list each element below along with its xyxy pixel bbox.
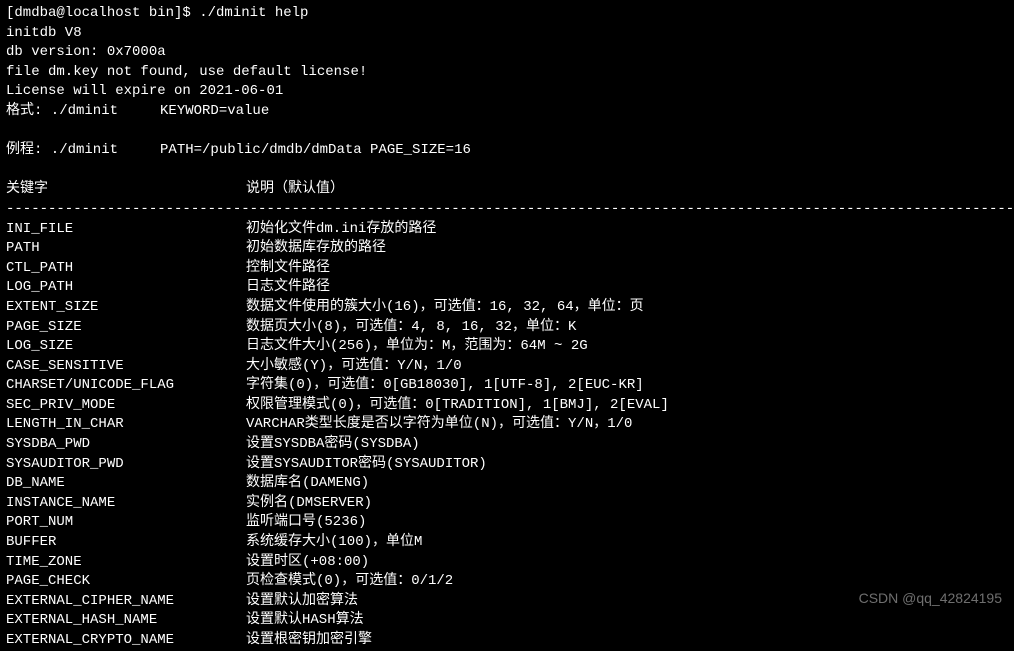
table-row: PORT_NUM监听端口号(5236)	[6, 513, 1008, 533]
table-cell-key: EXTERNAL_CRYPTO_NAME	[6, 631, 246, 651]
table-row: CTL_PATH控制文件路径	[6, 259, 1008, 279]
blank-line	[6, 122, 1008, 142]
table-cell-key: EXTERNAL_CIPHER_NAME	[6, 592, 246, 612]
dbversion-line: db version: 0x7000a	[6, 43, 1008, 63]
table-cell-key: EXTENT_SIZE	[6, 298, 246, 318]
table-cell-desc: 监听端口号(5236)	[246, 513, 366, 533]
table-body: INI_FILE初始化文件dm.ini存放的路径PATH初始数据库存放的路径CT…	[6, 220, 1008, 651]
divider-line: ----------------------------------------…	[6, 200, 1008, 220]
table-cell-key: SEC_PRIV_MODE	[6, 396, 246, 416]
table-cell-key: INI_FILE	[6, 220, 246, 240]
format-line: 格式: ./dminit KEYWORD=value	[6, 102, 1008, 122]
table-cell-key: PAGE_CHECK	[6, 572, 246, 592]
table-cell-desc: VARCHAR类型长度是否以字符为单位(N)，可选值：Y/N，1/0	[246, 415, 632, 435]
table-cell-key: CHARSET/UNICODE_FLAG	[6, 376, 246, 396]
watermark: CSDN @qq_42824195	[859, 589, 1002, 609]
terminal-output: [dmdba@localhost bin]$ ./dminit help ini…	[6, 4, 1008, 651]
table-cell-key: LENGTH_IN_CHAR	[6, 415, 246, 435]
table-row: PAGE_SIZE数据页大小(8)，可选值：4, 8, 16, 32，单位：K	[6, 318, 1008, 338]
table-row: TIME_ZONE设置时区(+08:00)	[6, 553, 1008, 573]
table-cell-key: EXTERNAL_HASH_NAME	[6, 611, 246, 631]
example-line: 例程: ./dminit PATH=/public/dmdb/dmData PA…	[6, 141, 1008, 161]
table-header-key: 关键字	[6, 180, 246, 200]
table-cell-key: LOG_PATH	[6, 278, 246, 298]
table-row: LOG_SIZE日志文件大小(256)，单位为：M，范围为：64M ~ 2G	[6, 337, 1008, 357]
initdb-line: initdb V8	[6, 24, 1008, 44]
table-row: CASE_SENSITIVE大小敏感(Y)，可选值：Y/N，1/0	[6, 357, 1008, 377]
table-cell-desc: 数据文件使用的簇大小(16)，可选值：16, 32, 64，单位：页	[246, 298, 644, 318]
blank-line	[6, 161, 1008, 181]
table-row: LOG_PATH日志文件路径	[6, 278, 1008, 298]
table-cell-desc: 控制文件路径	[246, 259, 330, 279]
table-cell-desc: 实例名(DMSERVER)	[246, 494, 372, 514]
table-row: EXTENT_SIZE数据文件使用的簇大小(16)，可选值：16, 32, 64…	[6, 298, 1008, 318]
table-cell-key: INSTANCE_NAME	[6, 494, 246, 514]
table-cell-desc: 初始数据库存放的路径	[246, 239, 386, 259]
table-cell-desc: 数据页大小(8)，可选值：4, 8, 16, 32，单位：K	[246, 318, 576, 338]
table-row: EXTERNAL_CRYPTO_NAME设置根密钥加密引擎	[6, 631, 1008, 651]
table-row: CHARSET/UNICODE_FLAG字符集(0)，可选值：0[GB18030…	[6, 376, 1008, 396]
table-row: INSTANCE_NAME实例名(DMSERVER)	[6, 494, 1008, 514]
table-cell-desc: 日志文件大小(256)，单位为：M，范围为：64M ~ 2G	[246, 337, 588, 357]
table-cell-desc: 设置SYSDBA密码(SYSDBA)	[246, 435, 420, 455]
license-line: License will expire on 2021-06-01	[6, 82, 1008, 102]
table-row: SYSAUDITOR_PWD设置SYSAUDITOR密码(SYSAUDITOR)	[6, 455, 1008, 475]
notfound-line: file dm.key not found, use default licen…	[6, 63, 1008, 83]
table-row: INI_FILE初始化文件dm.ini存放的路径	[6, 220, 1008, 240]
table-cell-desc: 权限管理模式(0)，可选值：0[TRADITION], 1[BMJ], 2[EV…	[246, 396, 669, 416]
table-row: PATH初始数据库存放的路径	[6, 239, 1008, 259]
table-header-desc: 说明（默认值）	[246, 180, 344, 200]
table-cell-key: SYSAUDITOR_PWD	[6, 455, 246, 475]
table-cell-desc: 设置时区(+08:00)	[246, 553, 369, 573]
table-cell-key: CTL_PATH	[6, 259, 246, 279]
table-row: SYSDBA_PWD设置SYSDBA密码(SYSDBA)	[6, 435, 1008, 455]
table-cell-desc: 字符集(0)，可选值：0[GB18030], 1[UTF-8], 2[EUC-K…	[246, 376, 644, 396]
table-cell-desc: 系统缓存大小(100)，单位M	[246, 533, 422, 553]
table-cell-key: TIME_ZONE	[6, 553, 246, 573]
table-cell-key: DB_NAME	[6, 474, 246, 494]
table-cell-desc: 设置默认HASH算法	[246, 611, 364, 631]
table-cell-desc: 数据库名(DAMENG)	[246, 474, 369, 494]
table-cell-key: SYSDBA_PWD	[6, 435, 246, 455]
table-cell-key: BUFFER	[6, 533, 246, 553]
table-cell-key: PORT_NUM	[6, 513, 246, 533]
table-row: EXTERNAL_HASH_NAME设置默认HASH算法	[6, 611, 1008, 631]
prompt-line: [dmdba@localhost bin]$ ./dminit help	[6, 4, 1008, 24]
table-cell-desc: 设置默认加密算法	[246, 592, 358, 612]
table-row: LENGTH_IN_CHARVARCHAR类型长度是否以字符为单位(N)，可选值…	[6, 415, 1008, 435]
table-row: SEC_PRIV_MODE权限管理模式(0)，可选值：0[TRADITION],…	[6, 396, 1008, 416]
table-cell-desc: 日志文件路径	[246, 278, 330, 298]
table-cell-desc: 页检查模式(0)，可选值：0/1/2	[246, 572, 453, 592]
table-cell-desc: 设置根密钥加密引擎	[246, 631, 372, 651]
table-cell-desc: 设置SYSAUDITOR密码(SYSAUDITOR)	[246, 455, 487, 475]
table-cell-desc: 大小敏感(Y)，可选值：Y/N，1/0	[246, 357, 462, 377]
table-cell-key: PATH	[6, 239, 246, 259]
table-cell-key: PAGE_SIZE	[6, 318, 246, 338]
table-row: DB_NAME数据库名(DAMENG)	[6, 474, 1008, 494]
table-header: 关键字 说明（默认值）	[6, 180, 1008, 200]
table-row: BUFFER系统缓存大小(100)，单位M	[6, 533, 1008, 553]
table-cell-key: LOG_SIZE	[6, 337, 246, 357]
table-cell-desc: 初始化文件dm.ini存放的路径	[246, 220, 436, 240]
table-cell-key: CASE_SENSITIVE	[6, 357, 246, 377]
